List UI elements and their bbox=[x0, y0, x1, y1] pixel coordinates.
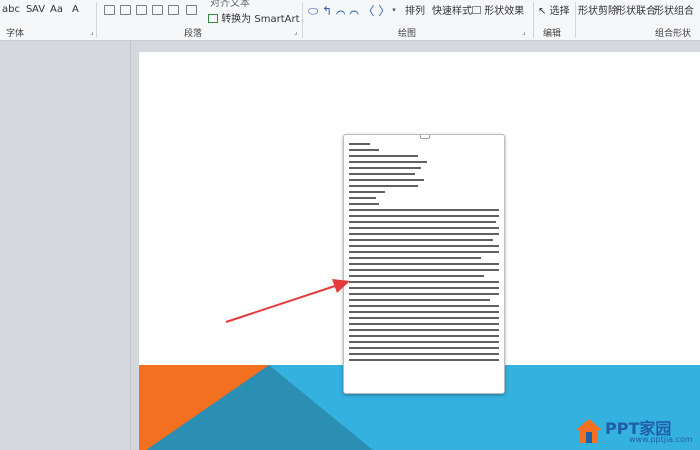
house-logo-icon bbox=[576, 419, 602, 443]
logo-site: www.pptjia.com bbox=[629, 435, 693, 444]
pptjia-logo: PPT家园 www.pptjia.com bbox=[575, 413, 700, 450]
annotation-arrow bbox=[225, 279, 350, 323]
